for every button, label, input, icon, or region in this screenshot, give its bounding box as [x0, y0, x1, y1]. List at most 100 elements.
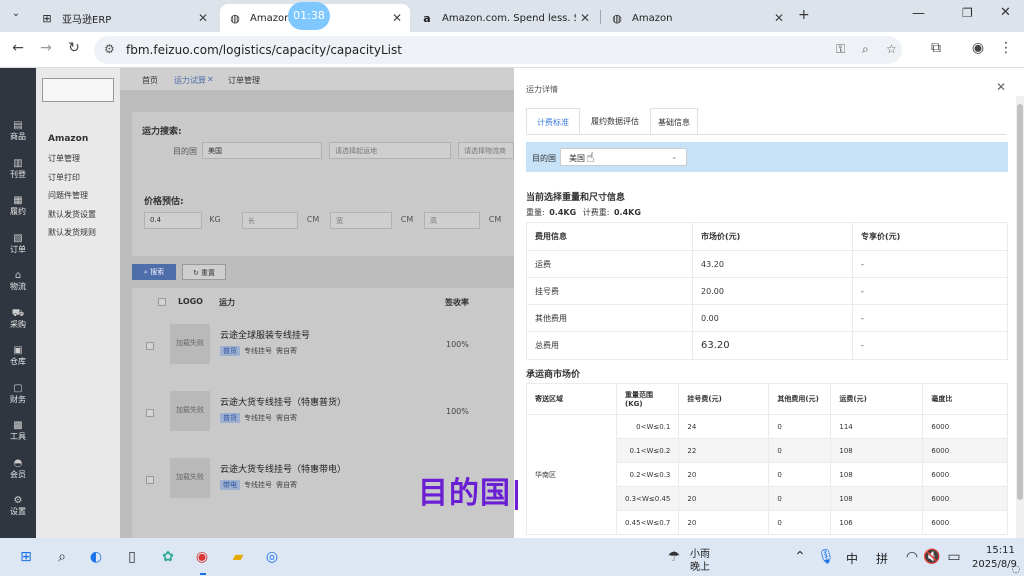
page-tab-home[interactable]: 首页 [142, 75, 158, 86]
tab-erp[interactable]: ⊞ 亚马逊ERP ✕ [32, 4, 216, 32]
submenu-item[interactable]: 问题件管理 [48, 190, 88, 201]
height-input[interactable]: 高 [424, 212, 480, 229]
forward-arrow-icon[interactable]: → [36, 40, 56, 56]
submenu-item[interactable]: 订单管理 [48, 153, 80, 164]
reload-icon[interactable]: ↻ [64, 40, 84, 56]
close-window-icon[interactable]: ✕ [1000, 5, 1011, 20]
edge-icon[interactable]: ◐ [86, 547, 106, 567]
tab-amazon-2[interactable]: ◍ Amazon ✕ [602, 4, 792, 32]
close-tab-icon[interactable]: ✕ [774, 11, 784, 25]
sidebar-item[interactable]: ▢ 财务 [0, 383, 36, 405]
carrier-name[interactable]: 云途大货专线挂号（特惠带电） [220, 462, 346, 475]
folder-icon[interactable]: ▰ [228, 547, 248, 567]
tab-amazon-com[interactable]: a Amazon.com. Spend less. Sm ✕ [412, 4, 598, 32]
page-tabs: 首页 运力试算 ✕ 订单管理 [120, 68, 514, 90]
site-info-icon[interactable]: ⚙ [104, 42, 115, 56]
sidebar-item[interactable]: ▦ 履约 [0, 195, 36, 217]
weight-input[interactable]: 0.4 [144, 212, 202, 229]
rate-col-ratio: 毫度比 [922, 383, 1008, 415]
tab-performance[interactable]: 履约数据评估 [582, 108, 648, 134]
sidebar-item[interactable]: ⛟ 采购 [0, 308, 36, 330]
url-text[interactable]: fbm.feizuo.com/logistics/capacity/capaci… [126, 43, 402, 57]
close-tab-icon[interactable]: ✕ [575, 11, 590, 25]
sidebar-item[interactable]: ⚙ 设置 [0, 495, 36, 517]
restore-icon[interactable]: ❐ [962, 6, 973, 20]
panel-dest-value: 美国 [569, 154, 585, 163]
rate-ratio: 6000 [922, 486, 1008, 511]
submenu-item[interactable]: 默认发货规则 [48, 227, 96, 238]
carrier-name[interactable]: 云途大货专线挂号（特惠普货） [220, 395, 346, 408]
bookmark-star-icon[interactable]: ☆ [886, 42, 897, 56]
fee-market: 0.00 [692, 304, 853, 332]
minimize-icon[interactable]: — [912, 6, 925, 21]
fee-exclusive: - [852, 304, 1008, 332]
carrier-name[interactable]: 云途全球服装专线挂号 [220, 328, 310, 341]
rate-other: 0 [768, 438, 832, 463]
volume-muted-icon[interactable]: 🔇 [922, 547, 942, 567]
tab-title: 亚马逊ERP [62, 14, 112, 26]
submenu-item[interactable]: 订单打印 [48, 172, 80, 183]
password-key-icon[interactable]: ⚿ [836, 42, 845, 57]
app-icon[interactable]: ✿ [158, 547, 178, 567]
search-button[interactable]: ⌕ 搜索 [132, 264, 176, 280]
zoom-icon[interactable]: ⌕ [862, 42, 869, 57]
new-tab-icon[interactable]: + [798, 7, 810, 23]
chat-icon[interactable]: ◎ [262, 547, 282, 567]
sidebar-item[interactable]: ▧ 订单 [0, 233, 36, 255]
sidebar-item[interactable]: ▩ 工具 [0, 420, 36, 442]
sidebar-item-icon: ▦ [13, 195, 23, 206]
row-checkbox[interactable] [146, 409, 154, 417]
close-page-tab-icon[interactable]: ✕ [207, 75, 214, 84]
row-checkbox[interactable] [146, 476, 154, 484]
page-tab-orders[interactable]: 订单管理 [228, 75, 260, 86]
wifi-icon[interactable]: ◠ [902, 547, 922, 567]
scrollbar-thumb[interactable] [1017, 104, 1023, 500]
col-rate: 签收率 [445, 298, 469, 307]
sidebar-item[interactable]: ▤ 商品 [0, 120, 36, 142]
page-tab-capacity[interactable]: 运力试算 [174, 75, 206, 86]
col-logo: LOGO [178, 297, 203, 306]
search-icon[interactable]: ⌕ [52, 547, 72, 567]
battery-icon[interactable]: ▭ [944, 547, 964, 567]
select-all-checkbox[interactable] [158, 298, 166, 306]
weather-rain-icon[interactable]: ☂ [664, 547, 684, 567]
carrier-sign-rate: 100% [446, 407, 469, 416]
origin-select[interactable]: 请选择起运地 [329, 142, 451, 159]
profile-icon[interactable]: ◉ [968, 40, 988, 56]
close-tab-icon[interactable]: ✕ [198, 11, 208, 25]
microphone-icon[interactable]: 🎙 [816, 547, 836, 567]
rate-col-range: 重量范围(KG) [615, 383, 680, 415]
sidebar-item[interactable]: ▥ 刊登 [0, 158, 36, 180]
sidebar-item[interactable]: ⌂ 物流 [0, 270, 36, 292]
submenu-item[interactable]: 默认发货设置 [48, 209, 96, 220]
tab-billing[interactable]: 计费标准 [526, 108, 580, 134]
length-input[interactable]: 长 [242, 212, 298, 229]
ime-pinyin[interactable]: 拼 [876, 550, 888, 567]
ime-mode[interactable]: 中 [846, 550, 858, 567]
sidebar-item[interactable]: ◓ 会员 [0, 458, 36, 480]
row-checkbox[interactable] [146, 342, 154, 350]
sidebar-item[interactable]: ▣ 仓库 [0, 345, 36, 367]
tab-basic-info[interactable]: 基础信息 [650, 108, 698, 134]
menu-dots-icon[interactable]: ⋮ [996, 40, 1016, 56]
panel-dest-select[interactable]: 美国 ⌄ [560, 148, 687, 166]
chevron-up-icon[interactable]: ⌃ [790, 547, 810, 567]
tab-search-chevron-icon[interactable]: ⌄ [8, 8, 24, 24]
weight-info: 重量: 0.4KG 计费重: 0.4KG [526, 207, 641, 218]
reset-button[interactable]: ↻ 重置 [182, 264, 226, 280]
clock-time[interactable]: 15:11 [986, 545, 1015, 556]
notification-icon[interactable]: ◌ [1006, 559, 1024, 576]
width-input[interactable]: 宽 [330, 212, 392, 229]
rate-ratio: 6000 [922, 462, 1008, 487]
chrome-icon[interactable]: ◉ [192, 547, 212, 567]
omnibox[interactable]: ⚙ fbm.feizuo.com/logistics/capacity/capa… [94, 36, 902, 64]
back-arrow-icon[interactable]: ← [8, 40, 28, 56]
drawer-scrollbar[interactable] [1016, 96, 1024, 538]
start-windows-icon[interactable]: ⊞ [16, 547, 36, 567]
close-tab-icon[interactable]: ✕ [392, 11, 402, 25]
close-drawer-icon[interactable]: ✕ [996, 80, 1006, 94]
channel-select[interactable]: 请选择物流商 [458, 142, 514, 159]
dest-select[interactable]: 美国 [202, 142, 322, 159]
extensions-icon[interactable]: ⧉ [926, 40, 946, 56]
file-icon[interactable]: ▯ [122, 547, 142, 567]
